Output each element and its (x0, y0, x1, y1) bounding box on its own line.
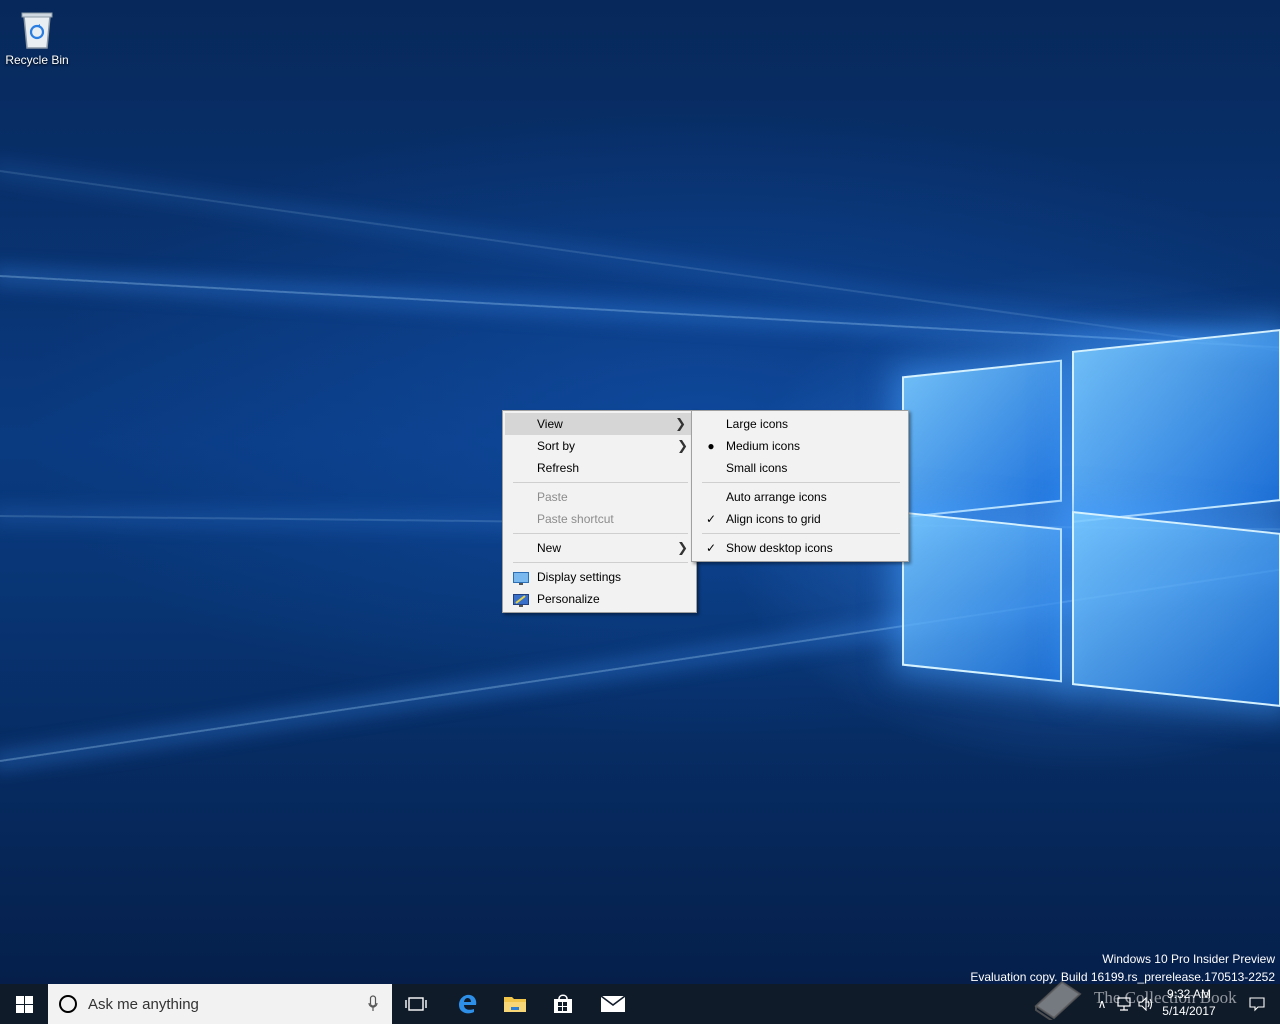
taskbar-app-mail[interactable] (590, 984, 636, 1024)
menu-separator (513, 562, 688, 563)
desktop-icon-label: Recycle Bin (5, 53, 69, 67)
view-submenu: Large icons ● Medium icons Small icons A… (691, 410, 909, 562)
site-watermark-text: The Collection Book (1094, 988, 1237, 1007)
menu-item-label: Paste shortcut (537, 512, 614, 526)
menu-item-label: Small icons (726, 461, 788, 475)
light-beam (0, 275, 1280, 350)
menu-item-paste: Paste (503, 486, 696, 508)
menu-separator (702, 482, 900, 483)
menu-item-label: Refresh (537, 461, 580, 475)
menu-item-medium-icons[interactable]: ● Medium icons (692, 435, 908, 457)
windows-logo-icon (15, 995, 33, 1013)
menu-item-auto-arrange[interactable]: Auto arrange icons (692, 486, 908, 508)
windows-logo-pane (1072, 329, 1280, 523)
taskbar-app-store[interactable] (540, 984, 586, 1024)
windows-logo-pane (902, 359, 1062, 519)
radio-bullet-icon: ● (707, 439, 715, 453)
windows-logo-pane (1072, 511, 1280, 707)
cortana-icon (59, 995, 77, 1013)
recycle-bin-icon (18, 8, 56, 50)
menu-item-label: Auto arrange icons (726, 490, 827, 504)
cortana-search-box[interactable] (48, 984, 392, 1024)
menu-item-label: New (537, 541, 562, 555)
personalize-icon (513, 592, 529, 607)
checkmark-icon: ✓ (705, 541, 717, 555)
menu-item-personalize[interactable]: Personalize (503, 588, 696, 610)
menu-item-large-icons[interactable]: Large icons (692, 413, 908, 435)
taskbar-app-file-explorer[interactable] (492, 984, 538, 1024)
menu-separator (513, 533, 688, 534)
chevron-right-icon: ❯ (677, 438, 688, 453)
menu-item-label: Paste (537, 490, 568, 504)
menu-item-sort-by[interactable]: Sort by ❯ (503, 435, 696, 457)
desktop-icon-recycle-bin[interactable]: Recycle Bin (2, 6, 72, 67)
menu-item-label: View (537, 417, 563, 431)
menu-item-label: Align icons to grid (726, 512, 821, 526)
menu-item-small-icons[interactable]: Small icons (692, 457, 908, 479)
menu-item-label: Medium icons (726, 439, 801, 453)
menu-item-align-to-grid[interactable]: ✓ Align icons to grid (692, 508, 908, 530)
menu-item-label: Show desktop icons (726, 541, 833, 555)
menu-separator (702, 533, 900, 534)
menu-item-view[interactable]: View ❯ (505, 413, 694, 435)
chevron-right-icon: ❯ (677, 540, 688, 555)
light-beam (0, 170, 1280, 353)
menu-item-paste-shortcut: Paste shortcut (503, 508, 696, 530)
store-icon (554, 994, 572, 1013)
menu-item-label: Sort by (537, 439, 576, 453)
task-view-icon (405, 997, 427, 1011)
menu-item-display-settings[interactable]: Display settings (503, 566, 696, 588)
book-logo-icon (1034, 980, 1082, 1020)
watermark-edition: Windows 10 Pro Insider Preview (1102, 952, 1275, 966)
display-settings-icon (513, 570, 529, 585)
menu-item-show-desktop-icons[interactable]: ✓ Show desktop icons (692, 537, 908, 559)
mail-icon (600, 995, 626, 1012)
task-view-button[interactable] (394, 984, 438, 1024)
menu-item-label: Display settings (537, 570, 622, 584)
search-input[interactable] (88, 984, 348, 1024)
edge-icon (459, 994, 477, 1014)
chevron-right-icon: ❯ (675, 416, 686, 431)
windows-logo-pane (902, 511, 1062, 683)
taskbar-app-edge[interactable] (444, 984, 490, 1024)
menu-separator (513, 482, 688, 483)
menu-item-label: Large icons (726, 417, 789, 431)
file-explorer-icon (504, 997, 526, 1012)
menu-item-new[interactable]: New ❯ (503, 537, 696, 559)
start-button[interactable] (0, 984, 48, 1024)
desktop-context-menu: View ❯ Sort by ❯ Refresh Paste Paste sho… (502, 410, 697, 613)
microphone-icon[interactable] (368, 995, 378, 1013)
menu-item-label: Personalize (537, 592, 600, 606)
checkmark-icon: ✓ (705, 512, 717, 526)
menu-item-refresh[interactable]: Refresh (503, 457, 696, 479)
site-watermark: The Collection Book (1032, 976, 1280, 1020)
